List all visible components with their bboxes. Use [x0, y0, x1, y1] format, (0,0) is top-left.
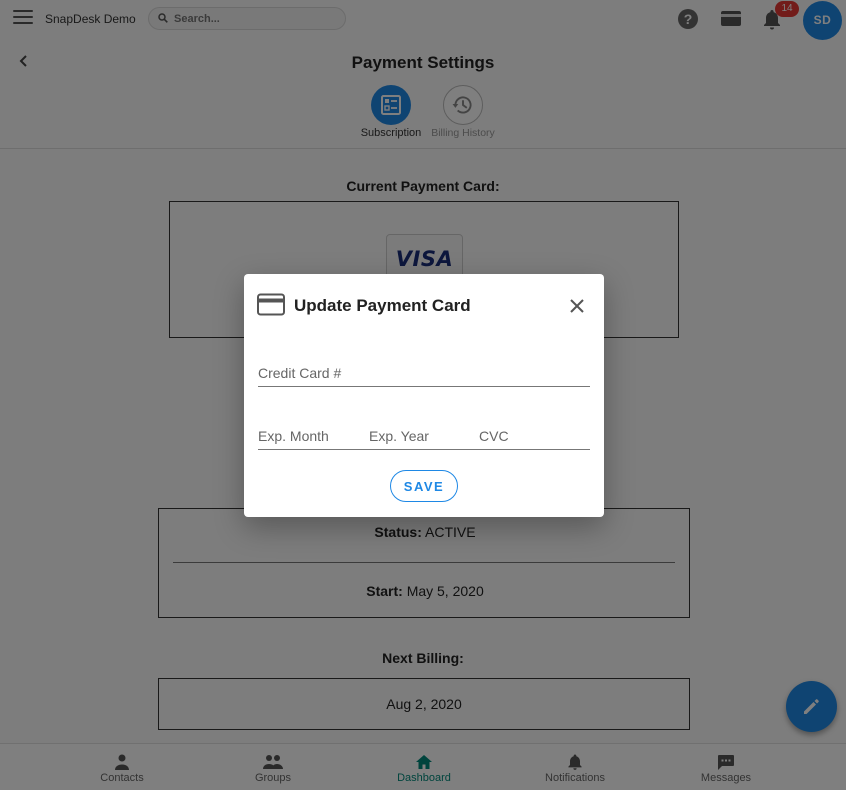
dialog-title: Update Payment Card: [294, 296, 471, 315]
save-button[interactable]: SAVE: [390, 470, 458, 502]
cvc-input[interactable]: [479, 416, 590, 450]
exp-year-input[interactable]: [369, 416, 479, 450]
update-payment-card-dialog: Update Payment Card SAVE: [244, 274, 604, 517]
field-underline: [258, 449, 590, 450]
close-icon[interactable]: [566, 295, 588, 317]
credit-card-icon: [257, 293, 285, 316]
cvc-field-wrapper: [479, 416, 590, 450]
exp-year-field-wrapper: [369, 416, 479, 450]
exp-month-field-wrapper: [258, 416, 369, 450]
credit-card-field-wrapper: [258, 353, 590, 387]
exp-month-input[interactable]: [258, 416, 369, 450]
credit-card-number-input[interactable]: [258, 353, 590, 386]
